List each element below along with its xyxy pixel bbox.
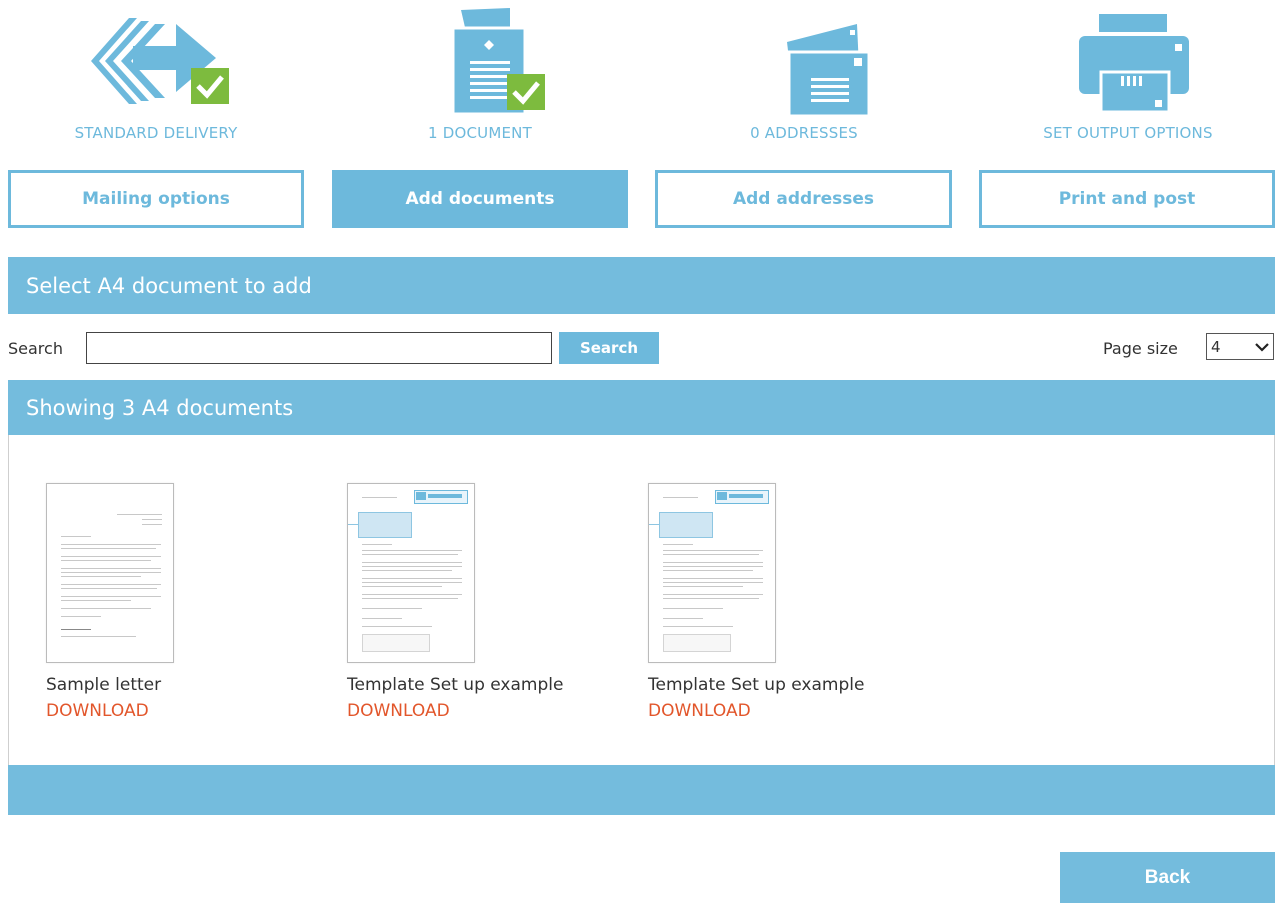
download-link[interactable]: DOWNLOAD [46, 701, 149, 721]
step-delivery: STANDARD DELIVERY [6, 0, 306, 160]
tab-add-addresses[interactable]: Add addresses [655, 170, 952, 228]
page-size-value: 4 [1211, 337, 1221, 356]
download-link[interactable]: DOWNLOAD [347, 701, 450, 721]
results-footer-bar [8, 765, 1275, 815]
step-output-caption: SET OUTPUT OPTIONS [1043, 124, 1213, 142]
envelopes-icon [719, 6, 889, 120]
document-name: Sample letter [46, 675, 162, 695]
document-name: Template Set up example [347, 675, 564, 695]
document-icon [395, 6, 565, 120]
delivery-arrow-icon [71, 6, 241, 120]
tab-mailing-options[interactable]: Mailing options [8, 170, 304, 228]
document-card: Template Set up example DOWNLOAD [648, 483, 928, 721]
document-thumbnail[interactable] [46, 483, 174, 663]
download-link[interactable]: DOWNLOAD [648, 701, 751, 721]
document-card: Template Set up example DOWNLOAD [347, 483, 627, 721]
chevron-down-icon [1255, 338, 1269, 356]
step-delivery-caption: STANDARD DELIVERY [74, 124, 238, 142]
document-name: Template Set up example [648, 675, 865, 695]
document-card: Sample letter DOWNLOAD [46, 483, 326, 721]
page-size-select[interactable]: 4 [1206, 333, 1274, 360]
progress-steps: STANDARD DELIVERY 1 DOCUMENT 0 ADDRESSES… [0, 0, 1275, 160]
tab-print-and-post[interactable]: Print and post [979, 170, 1275, 228]
search-label: Search [8, 339, 63, 358]
select-document-header: Select A4 document to add [8, 257, 1275, 314]
search-input[interactable] [86, 332, 552, 364]
step-documents-caption: 1 DOCUMENT [428, 124, 532, 142]
tab-add-documents[interactable]: Add documents [332, 170, 628, 228]
document-thumbnail[interactable] [648, 483, 776, 663]
documents-panel: Sample letter DOWNLOAD Template Set up e… [8, 435, 1275, 765]
document-thumbnail[interactable] [347, 483, 475, 663]
step-output: SET OUTPUT OPTIONS [978, 0, 1275, 160]
step-addresses: 0 ADDRESSES [654, 0, 954, 160]
printer-icon [1043, 6, 1213, 120]
results-header: Showing 3 A4 documents [8, 380, 1275, 436]
page-size-label: Page size [1103, 339, 1178, 358]
step-addresses-caption: 0 ADDRESSES [750, 124, 858, 142]
search-button[interactable]: Search [559, 332, 659, 364]
back-button[interactable]: Back [1060, 852, 1275, 903]
step-documents: 1 DOCUMENT [330, 0, 630, 160]
